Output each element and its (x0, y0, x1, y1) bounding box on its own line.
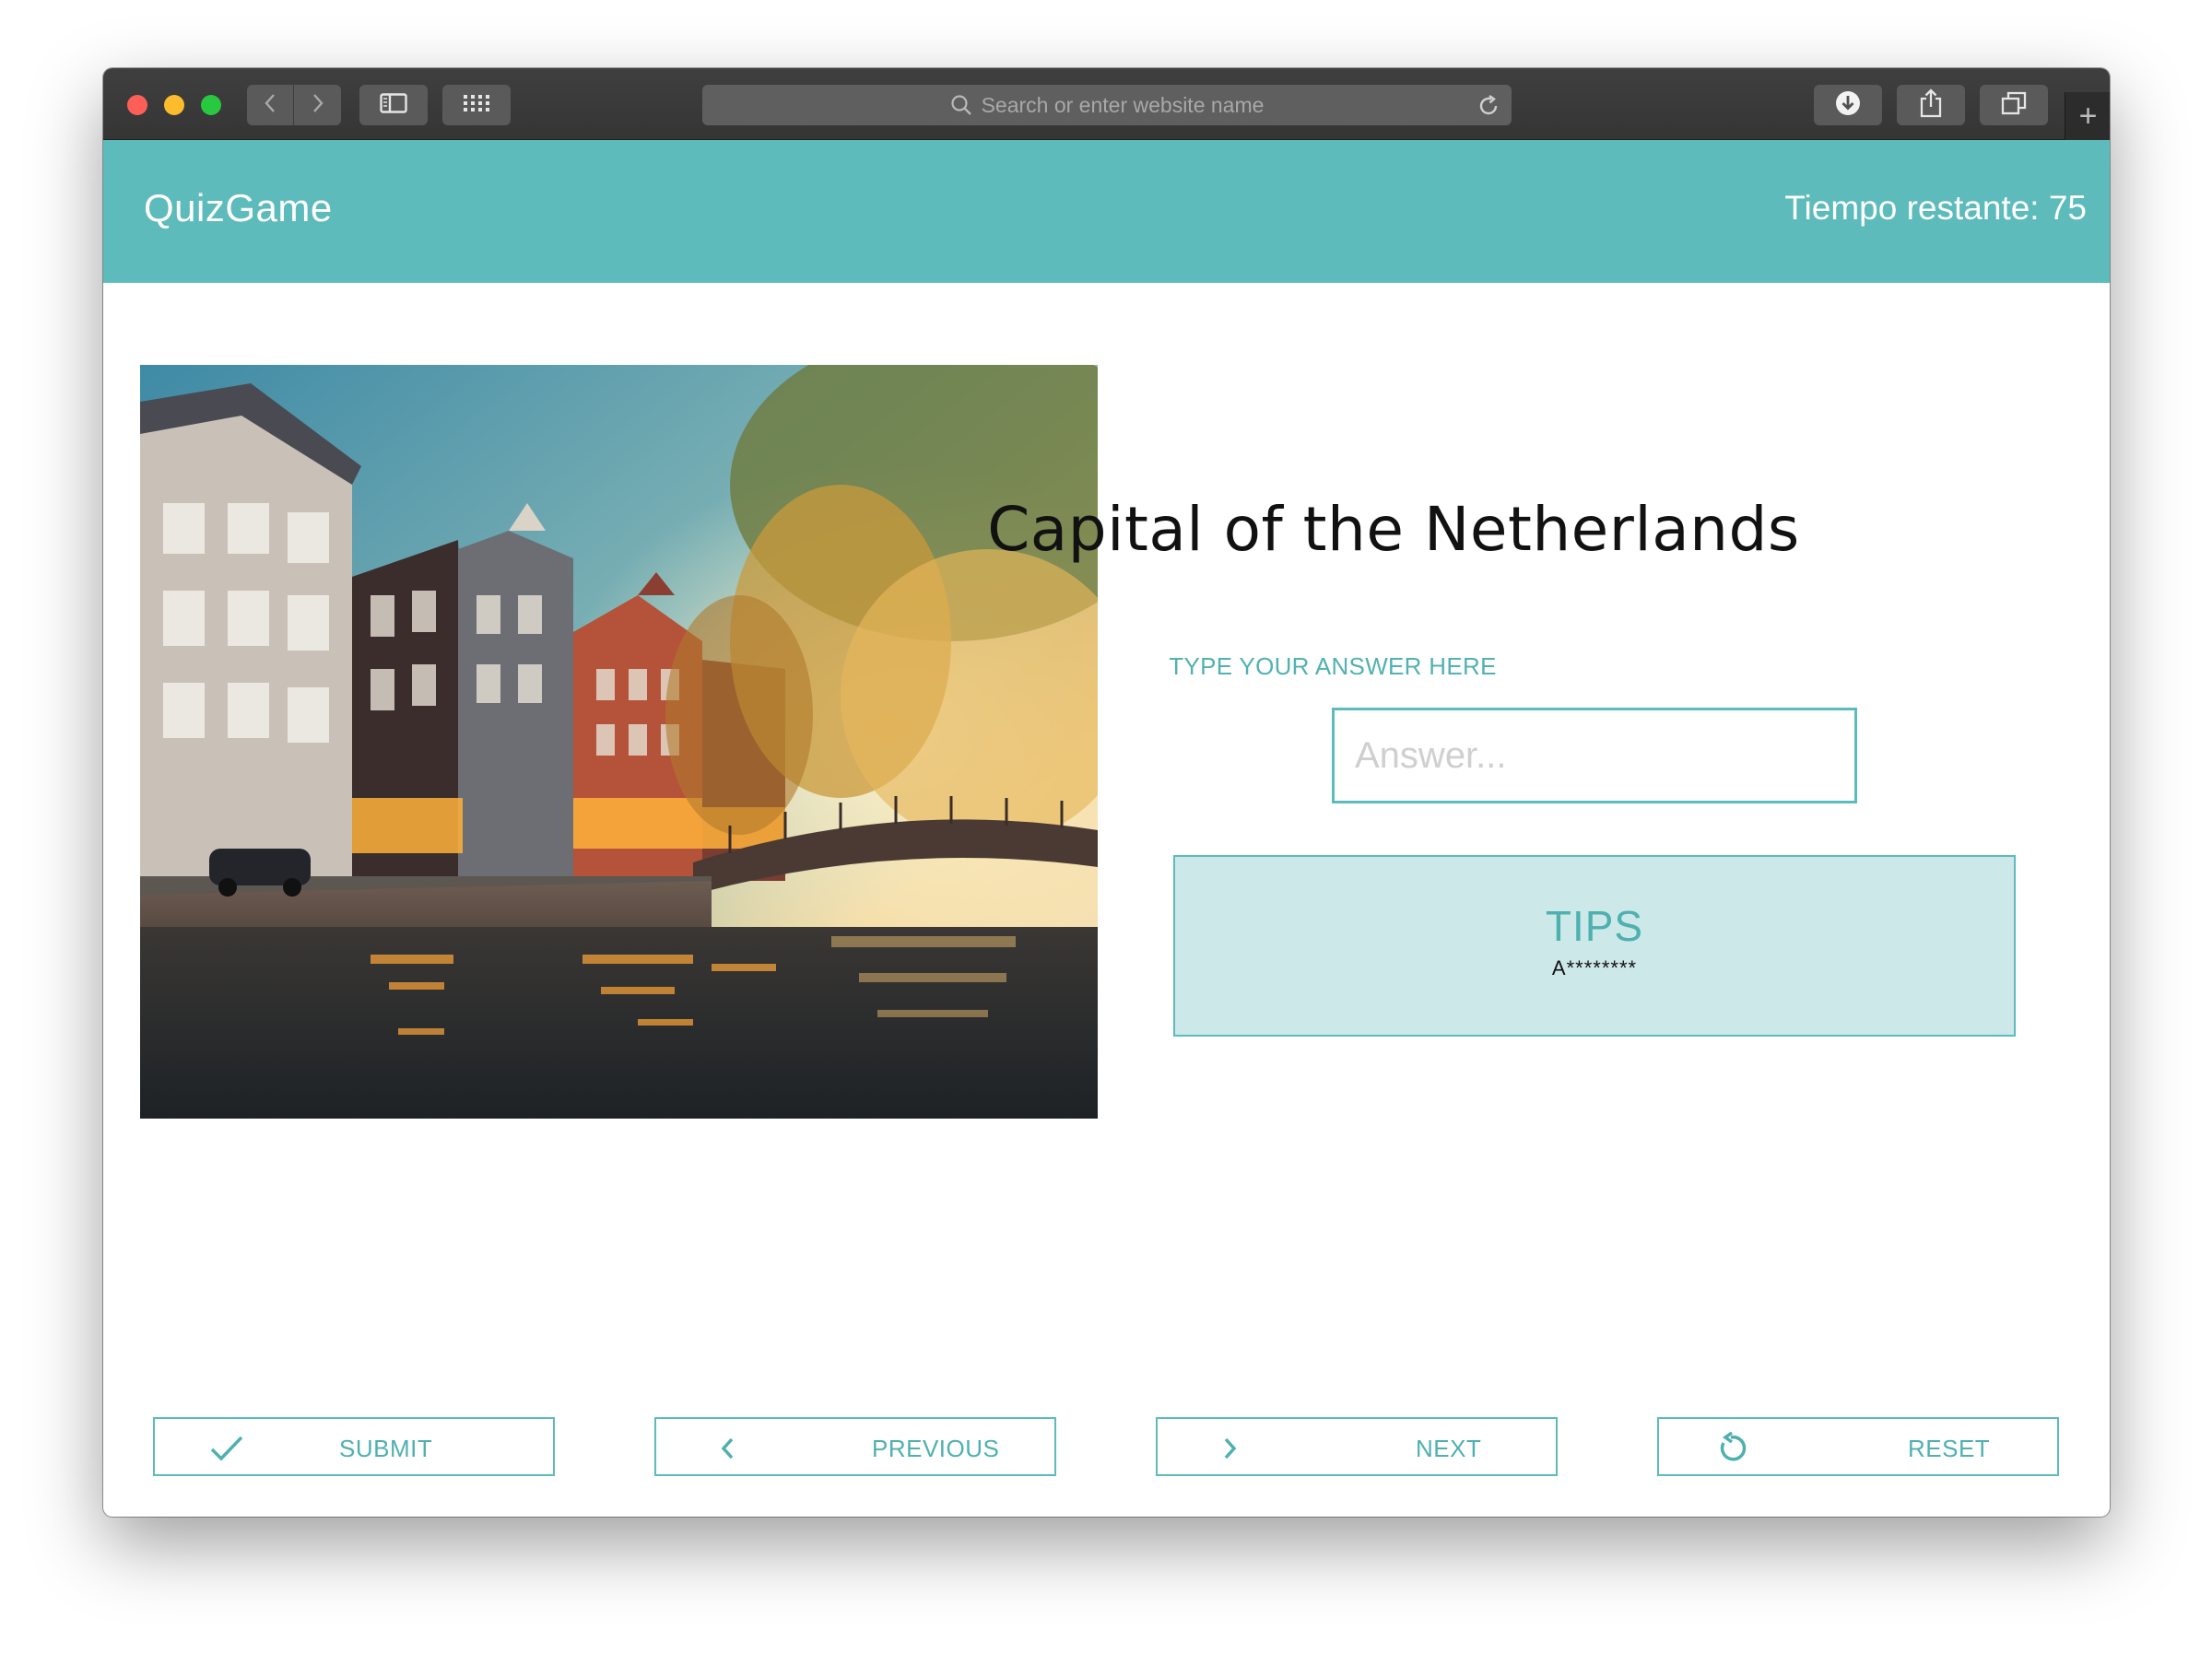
previous-button[interactable]: PREVIOUS (654, 1417, 1056, 1476)
reset-icon (1714, 1432, 1747, 1465)
next-button[interactable]: NEXT (1156, 1417, 1558, 1476)
tab-overview-button[interactable] (1980, 85, 2048, 125)
app-header: QuizGame Tiempo restante: 75 (103, 140, 2110, 283)
app-title: QuizGame (144, 186, 333, 229)
tips-title: TIPS (1545, 902, 1644, 950)
browser-toolbar: Search or enter website name + (103, 68, 2110, 140)
downloads-button[interactable] (1814, 85, 1882, 125)
tips-panel: TIPS A******** (1173, 855, 2016, 1037)
chevron-right-icon (1213, 1432, 1246, 1465)
tips-hint: A******** (1551, 956, 1638, 979)
question-image (140, 365, 1098, 1119)
tabs-icon (2001, 91, 2027, 120)
reload-icon[interactable] (1477, 94, 1500, 118)
forward-button[interactable] (294, 85, 341, 125)
back-button[interactable] (247, 85, 294, 125)
share-icon (1919, 88, 1943, 123)
share-button[interactable] (1897, 85, 1965, 125)
question-title: Capital of the Netherlands (987, 494, 1800, 565)
reset-button[interactable]: RESET (1657, 1417, 2059, 1476)
grid-icon (463, 93, 490, 118)
submit-button[interactable]: SUBMIT (153, 1417, 555, 1476)
sidebar-icon (380, 92, 407, 118)
download-icon (1834, 89, 1862, 122)
answer-label: TYPE YOUR ANSWER HERE (1169, 652, 1497, 680)
address-placeholder: Search or enter website name (981, 92, 1265, 117)
minimize-window-button[interactable] (164, 95, 184, 115)
answer-input[interactable] (1332, 708, 1857, 803)
check-icon (210, 1432, 243, 1465)
chevron-left-icon (264, 92, 276, 119)
submit-label: SUBMIT (339, 1435, 433, 1462)
browser-window: Search or enter website name + QuizGame … (103, 68, 2110, 1517)
reset-label: RESET (1908, 1435, 1991, 1462)
close-window-button[interactable] (127, 95, 147, 115)
timer-display: Tiempo restante: 75 (1784, 189, 2087, 227)
previous-label: PREVIOUS (872, 1435, 1000, 1462)
search-icon (950, 94, 972, 116)
chevron-right-icon (312, 92, 324, 119)
maximize-window-button[interactable] (201, 95, 221, 115)
nav-buttons (247, 85, 341, 125)
chevron-left-icon (712, 1432, 745, 1465)
sidebar-toggle-button[interactable] (359, 85, 428, 125)
top-sites-button[interactable] (442, 85, 511, 125)
new-tab-button[interactable]: + (2065, 92, 2110, 140)
address-bar[interactable]: Search or enter website name (702, 85, 1512, 125)
next-label: NEXT (1416, 1435, 1482, 1462)
